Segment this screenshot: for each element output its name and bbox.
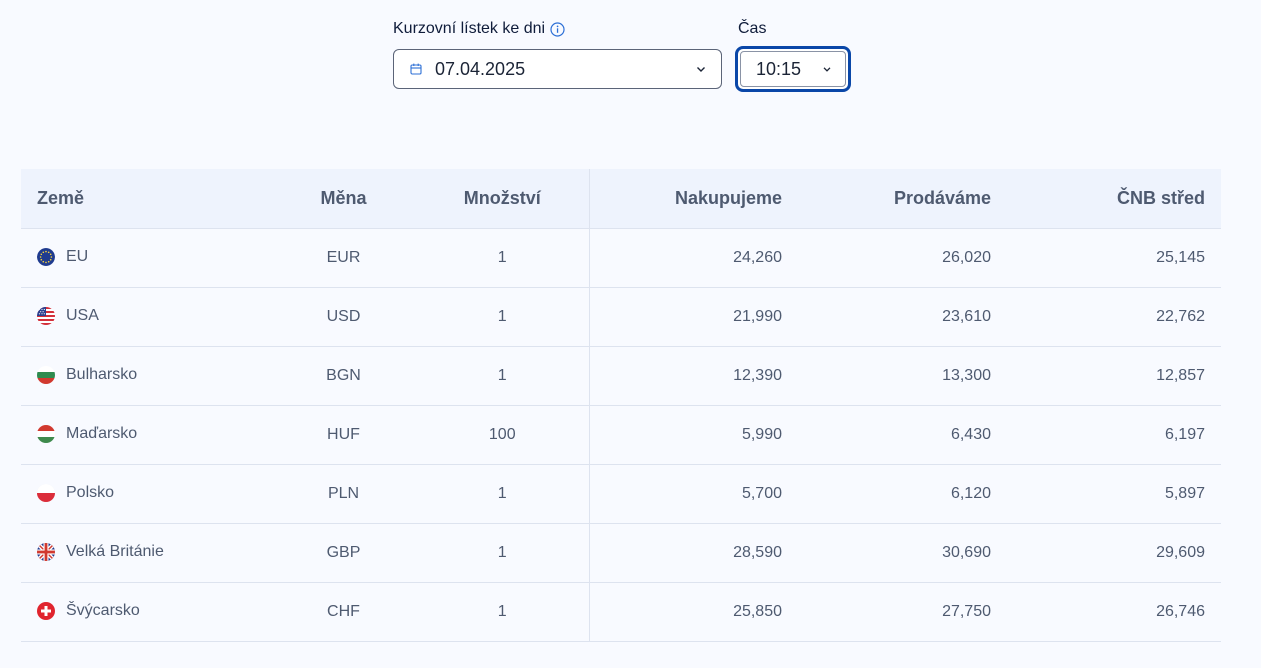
sell-rate: 6,120 (802, 464, 1011, 524)
header-country: Země (21, 169, 271, 229)
sell-rate: 26,020 (802, 228, 1011, 288)
chevron-down-icon (695, 63, 707, 75)
exchange-rates-page: Kurzovní lístek ke dni 07.04.2025 Čas 10… (0, 0, 1261, 668)
ch-flag-icon (37, 601, 55, 620)
time-value: 10:15 (756, 58, 802, 79)
country-name: USA (66, 306, 99, 324)
us-flag-icon (37, 306, 55, 325)
table-row: Polsko PLN 1 5,700 6,120 5,897 (21, 464, 1221, 524)
mid-rate: 25,145 (1011, 228, 1221, 288)
buy-rate: 12,390 (589, 346, 802, 406)
sell-rate: 30,690 (802, 523, 1011, 583)
time-label: Čas (738, 20, 766, 38)
country-name: Velká Británie (66, 542, 164, 560)
date-label: Kurzovní lístek ke dni (393, 20, 565, 38)
amount-value: 100 (416, 405, 590, 465)
currency-code: HUF (271, 405, 416, 465)
buy-rate: 21,990 (589, 287, 802, 347)
info-icon[interactable] (550, 21, 565, 37)
time-label-text: Čas (738, 20, 767, 37)
buy-rate: 28,590 (589, 523, 802, 583)
time-select[interactable]: 10:15 (735, 46, 851, 92)
hu-flag-icon (37, 424, 55, 443)
table-row: USA USD 1 21,990 23,610 22,762 (21, 287, 1221, 347)
time-select-inner[interactable]: 10:15 (740, 51, 846, 87)
mid-rate: 6,197 (1011, 405, 1221, 465)
header-buy: Nakupujeme (589, 169, 802, 229)
mid-rate: 22,762 (1011, 287, 1221, 347)
mid-rate: 12,857 (1011, 346, 1221, 406)
mid-rate: 26,746 (1011, 582, 1221, 642)
mid-rate: 29,609 (1011, 523, 1221, 583)
table-header-row: Země Měna Množství Nakupujeme Prodáváme … (21, 169, 1221, 229)
exchange-rates-table: Země Měna Množství Nakupujeme Prodáváme … (21, 169, 1221, 642)
calendar-icon (409, 62, 423, 76)
buy-rate: 24,260 (589, 228, 802, 288)
date-label-text: Kurzovní lístek ke dni (393, 20, 546, 37)
bg-flag-icon (37, 365, 55, 384)
amount-value: 1 (416, 464, 590, 524)
header-mid: ČNB střed (1011, 169, 1221, 229)
buy-rate: 5,700 (589, 464, 802, 524)
table-row: Maďarsko HUF 100 5,990 6,430 6,197 (21, 405, 1221, 465)
amount-value: 1 (416, 287, 590, 347)
currency-code: EUR (271, 228, 416, 288)
currency-code: USD (271, 287, 416, 347)
chevron-down-icon (821, 63, 833, 75)
country-name: Polsko (66, 483, 115, 501)
table-row: Bulharsko BGN 1 12,390 13,300 12,857 (21, 346, 1221, 406)
sell-rate: 13,300 (802, 346, 1011, 406)
table-row: Švýcarsko CHF 1 25,850 27,750 26,746 (21, 582, 1221, 642)
header-sell: Prodáváme (802, 169, 1011, 229)
currency-code: CHF (271, 582, 416, 642)
sell-rate: 6,430 (802, 405, 1011, 465)
amount-value: 1 (416, 228, 590, 288)
country-name: Maďarsko (66, 424, 138, 442)
sell-rate: 23,610 (802, 287, 1011, 347)
amount-value: 1 (416, 523, 590, 583)
country-name: Švýcarsko (66, 601, 140, 619)
sell-rate: 27,750 (802, 582, 1011, 642)
header-currency: Měna (271, 169, 416, 229)
eu-flag-icon (37, 247, 55, 266)
currency-code: GBP (271, 523, 416, 583)
buy-rate: 25,850 (589, 582, 802, 642)
date-picker[interactable]: 07.04.2025 (393, 49, 722, 89)
pl-flag-icon (37, 483, 55, 502)
amount-value: 1 (416, 582, 590, 642)
table-row: EU EUR 1 24,260 26,020 25,145 (21, 228, 1221, 288)
header-amount: Množství (416, 169, 590, 229)
gb-flag-icon (37, 542, 55, 561)
currency-code: PLN (271, 464, 416, 524)
country-name: Bulharsko (66, 365, 138, 383)
mid-rate: 5,897 (1011, 464, 1221, 524)
date-value: 07.04.2025 (435, 58, 526, 79)
currency-code: BGN (271, 346, 416, 406)
country-name: EU (66, 247, 89, 265)
buy-rate: 5,990 (589, 405, 802, 465)
amount-value: 1 (416, 346, 590, 406)
table-row: Velká Británie GBP 1 28,590 30,690 29,60… (21, 523, 1221, 583)
